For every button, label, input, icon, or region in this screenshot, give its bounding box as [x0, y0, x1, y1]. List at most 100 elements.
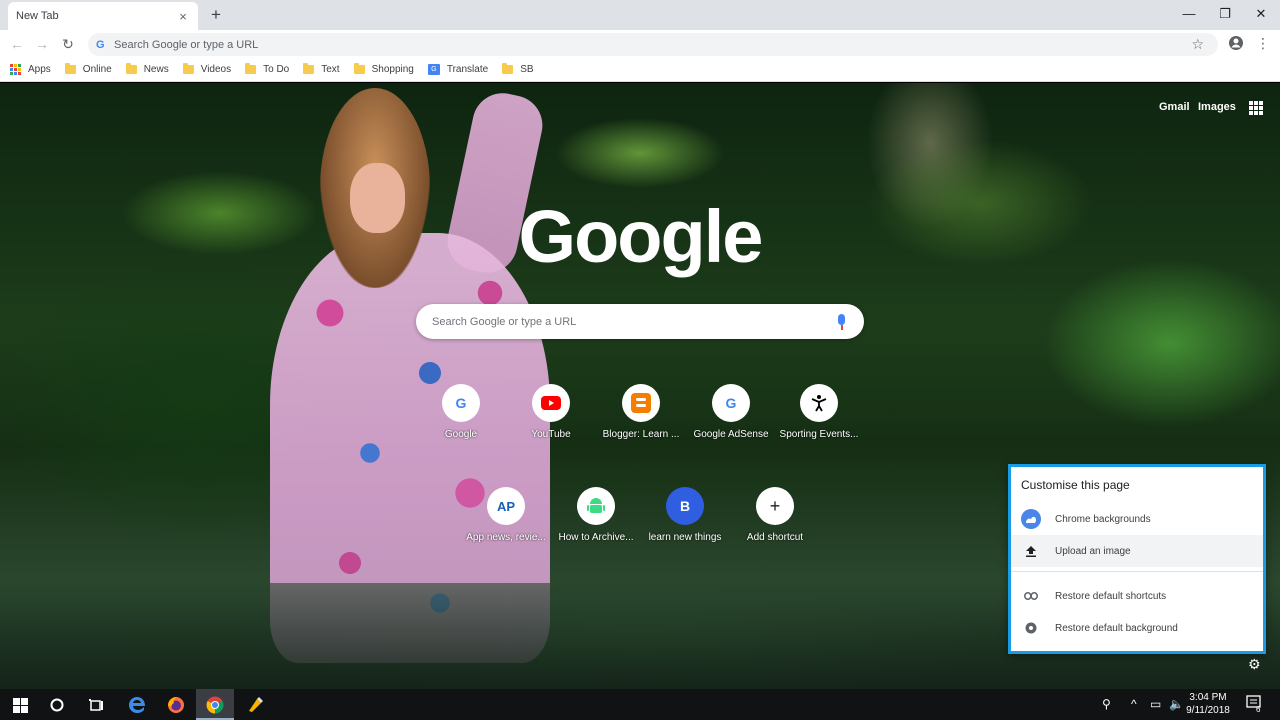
gmail-link[interactable]: Gmail: [1159, 101, 1190, 113]
omnibox[interactable]: G Search Google or type a URL ☆: [88, 33, 1218, 56]
ap-icon: AP: [487, 487, 525, 525]
bookmark-label: Videos: [200, 64, 232, 75]
folder-icon: [245, 63, 257, 74]
restore-shortcuts-item[interactable]: Restore default shortcuts: [1011, 580, 1263, 612]
customise-title: Customise this page: [1021, 478, 1130, 492]
google-apps-icon[interactable]: [1249, 101, 1263, 115]
shortcut-label: Add shortcut: [746, 532, 804, 543]
bookmark-label: Translate: [446, 64, 489, 75]
chrome-backgrounds-icon: [1021, 509, 1041, 529]
notification-count: 6: [1256, 705, 1261, 714]
apps-grid-icon: [10, 64, 21, 75]
folder-icon: [182, 63, 194, 74]
bookmark-shopping[interactable]: Shopping: [353, 63, 414, 75]
shortcut-how-to-archive[interactable]: How to Archive...: [551, 487, 641, 543]
blogger-icon: [622, 384, 660, 422]
clock-date: 9/11/2018: [1186, 705, 1230, 716]
ntp-search-input[interactable]: Search Google or type a URL: [416, 304, 864, 339]
shortcut-label: YouTube: [531, 429, 571, 440]
profile-avatar-icon[interactable]: [1228, 35, 1244, 54]
menu-kebab-icon[interactable]: ⋮: [1256, 35, 1270, 52]
bookmark-label: Online: [82, 64, 112, 75]
folder-icon: [125, 63, 137, 74]
shortcut-sporting-events[interactable]: Sporting Events...: [774, 384, 864, 440]
bookmark-label: Apps: [28, 64, 51, 75]
windows-start-icon[interactable]: [8, 693, 32, 717]
shortcut-google-adsense[interactable]: G Google AdSense: [686, 384, 776, 440]
bookmark-sb[interactable]: SB: [502, 63, 534, 75]
divider: [1011, 571, 1263, 572]
search-placeholder: Search Google or type a URL: [432, 315, 577, 328]
bookmark-label: To Do: [263, 64, 290, 75]
edge-icon[interactable]: [125, 693, 149, 717]
maximize-button[interactable]: ❐: [1208, 0, 1242, 30]
bookmark-text[interactable]: Text: [303, 63, 340, 75]
google-g-icon: G: [96, 38, 105, 51]
add-shortcut-button[interactable]: + Add shortcut: [730, 487, 820, 543]
restore-background-item[interactable]: Restore default background: [1011, 612, 1263, 644]
tray-chevron-icon[interactable]: ^: [1131, 697, 1137, 711]
network-icon[interactable]: ▭: [1150, 697, 1161, 711]
bookmark-videos[interactable]: Videos: [182, 63, 232, 75]
google-icon: G: [712, 384, 750, 422]
cortana-icon[interactable]: [45, 693, 69, 717]
microphone-icon[interactable]: [832, 312, 852, 332]
taskbar-clock[interactable]: 3:04 PM 9/11/2018: [1180, 691, 1236, 717]
app-pin-icon[interactable]: [243, 693, 267, 717]
chrome-backgrounds-item[interactable]: Chrome backgrounds: [1011, 503, 1263, 535]
back-arrow-icon[interactable]: ←: [7, 34, 27, 54]
forward-arrow-icon[interactable]: →: [32, 34, 52, 54]
images-link[interactable]: Images: [1198, 101, 1236, 113]
google-logo: Google: [518, 195, 764, 278]
restore-background-icon: [1021, 618, 1041, 638]
folder-icon: [502, 63, 514, 74]
folder-icon: [353, 63, 365, 74]
link-icon: [1021, 586, 1041, 606]
shortcut-label: App news, revie...: [466, 532, 546, 543]
bookmark-apps[interactable]: Apps: [10, 64, 51, 75]
shortcut-label: Sporting Events...: [779, 429, 859, 440]
android-icon: [577, 487, 615, 525]
shortcut-label: Google AdSense: [693, 429, 769, 440]
item-label: Upload an image: [1055, 545, 1131, 557]
person-icon: [800, 384, 838, 422]
customise-gear-icon[interactable]: ⚙: [1248, 656, 1261, 673]
shortcut-app-news[interactable]: AP App news, revie...: [461, 487, 551, 543]
shortcut-learn-new-things[interactable]: B learn new things: [640, 487, 730, 543]
minimize-button[interactable]: —: [1172, 0, 1206, 30]
bookmark-label: SB: [520, 64, 534, 75]
item-label: Restore default shortcuts: [1055, 590, 1167, 602]
letter-b-icon: B: [666, 487, 704, 525]
item-label: Restore default background: [1055, 622, 1178, 634]
youtube-icon: [532, 384, 570, 422]
bookmark-star-icon[interactable]: ☆: [1191, 36, 1204, 53]
new-tab-button[interactable]: +: [206, 5, 226, 25]
bookmark-translate[interactable]: G Translate: [427, 64, 489, 75]
shortcut-google[interactable]: G Google: [416, 384, 506, 440]
close-window-button[interactable]: ✕: [1244, 0, 1278, 30]
bookmark-online[interactable]: Online: [64, 63, 112, 75]
bookmark-news[interactable]: News: [125, 63, 169, 75]
tab-close-icon[interactable]: ×: [176, 9, 190, 24]
bookmark-to-do[interactable]: To Do: [245, 63, 290, 75]
shortcut-label: Google: [444, 429, 478, 440]
tab-new-tab[interactable]: New Tab ×: [8, 2, 198, 30]
shortcut-label: Blogger: Learn ...: [602, 429, 680, 440]
reload-icon[interactable]: ↻: [58, 34, 78, 54]
bookmarks-bar: Apps Online News Videos To Do Text Shopp…: [0, 58, 1280, 82]
bookmark-label: News: [143, 64, 169, 75]
chrome-icon[interactable]: [203, 693, 227, 717]
task-view-icon[interactable]: [84, 693, 108, 717]
shortcut-youtube[interactable]: YouTube: [506, 384, 596, 440]
google-icon: G: [442, 384, 480, 422]
taskbar: ⚲ ^ ▭ 🔈 3:04 PM 9/11/2018 6: [0, 689, 1280, 720]
tab-strip: New Tab × + — ❐ ✕: [0, 0, 1280, 30]
upload-image-item[interactable]: Upload an image: [1011, 535, 1263, 567]
plus-icon: +: [756, 487, 794, 525]
tab-title: New Tab: [16, 10, 59, 22]
translate-icon: G: [427, 64, 440, 75]
toolbar: ← → ↻ G Search Google or type a URL ☆ ⋮: [0, 30, 1280, 58]
people-icon[interactable]: ⚲: [1102, 697, 1111, 711]
shortcut-blogger[interactable]: Blogger: Learn ...: [596, 384, 686, 440]
firefox-icon[interactable]: [164, 693, 188, 717]
